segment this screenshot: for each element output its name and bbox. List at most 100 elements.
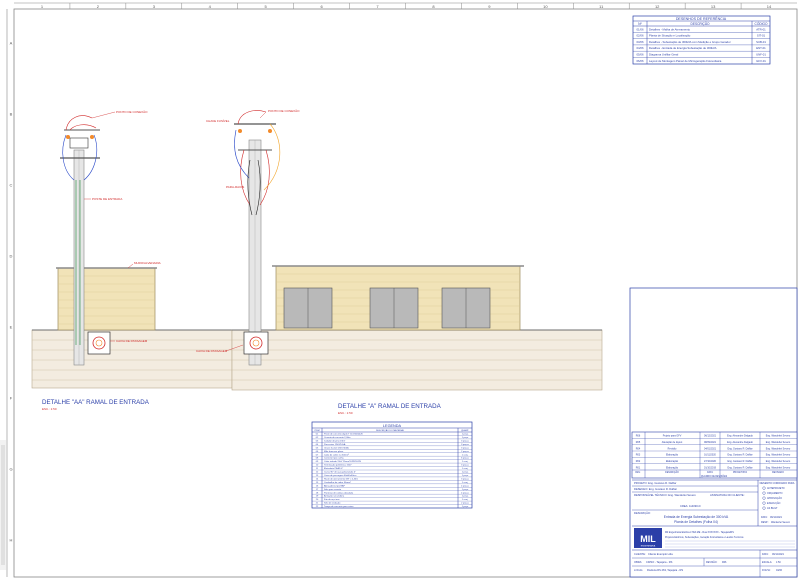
reference-row-code: GFV-01 <box>756 59 766 63</box>
legend-row-qty: 3 peças <box>461 465 470 467</box>
wall-left <box>57 267 156 331</box>
grid-column-label: 13 <box>711 4 716 9</box>
revision-cell: R06 <box>636 435 641 438</box>
revision-cell: 04/01/2021 <box>704 447 717 450</box>
revision-cell: Eng. Wanderlei Severo <box>766 447 791 450</box>
company-line1: Mil Engenharia Elétrica LTDA ME - Rua XX… <box>665 531 734 534</box>
reference-row-no: 03/06 <box>637 40 644 44</box>
tb-data-label: DATA: <box>762 553 769 556</box>
reference-row-desc: Layout de Montagem Painel de Microgeraçã… <box>649 59 722 63</box>
legend-row-qty: 1 peça <box>462 496 469 498</box>
reference-row-code: SUB-01 <box>756 40 766 44</box>
reference-row-no: 06/06 <box>637 59 644 63</box>
legend-header-desc: DESCRIÇÃO DO MATERIAL <box>376 429 405 432</box>
tb-cliente-label: CLIENTE: <box>634 552 646 556</box>
detail-a-drawing: PONTO DE CONEXÃO CHAVE FUSÍVEL PARA-RAIO… <box>196 108 603 415</box>
tb-escala-label: ESCALA: <box>762 561 772 564</box>
legend-row-qty: 1 peça <box>462 437 469 439</box>
legend-row-qty: 6 peças <box>461 458 470 460</box>
tb-crea: CREA: 114090-D <box>680 504 701 508</box>
revision-cell: Eng. Gustavo R. Dalfiar <box>727 454 752 457</box>
grid-row-label: G <box>9 467 12 472</box>
legend-row-desc: Cabo isolado 15kV 25mm² EPR/XLPE <box>324 460 362 463</box>
reference-row-desc: Diagrama Unifilar Geral <box>649 53 679 57</box>
grid-column-label: 11 <box>599 4 604 9</box>
tb-escala: 1:50 <box>776 561 781 564</box>
legend-row-qty: 1 conj. <box>462 499 469 501</box>
detail-aa-scale: ESC.: 1:50 <box>42 407 57 411</box>
revision-cell: 27/10/2020 <box>704 460 717 463</box>
legend-row-qty: 1 conj. <box>462 482 469 484</box>
revision-cell: Eng. Wanderlei Severo <box>766 466 791 469</box>
status-option-label: APROVAÇÃO <box>767 497 782 500</box>
tb-folha: 04/06 <box>776 569 783 572</box>
company-tag: ENGENHARIA <box>641 545 656 548</box>
reference-header-code: CÓDIGO <box>755 21 768 26</box>
grid-column-label: 4 <box>209 4 212 9</box>
legend-row-desc: Cruzeta de concreto 2,00m <box>324 436 351 439</box>
revision-cell: R01 <box>636 466 641 469</box>
revision-cell: Eng. Wanderlei Severo <box>766 460 791 463</box>
junction-box-left <box>87 331 111 355</box>
status-option-label: EXECUÇÃO <box>767 502 781 505</box>
grid-column-label: 14 <box>767 4 772 9</box>
revision-cell: Elaboração <box>666 460 679 463</box>
legend-row-desc: Conector tipo cunha <box>324 457 344 460</box>
reference-row-desc: Detalhes - Malha de Aterramento <box>649 27 690 31</box>
revisions-header-reviewed: REVISADO <box>772 471 784 474</box>
grid-column-label: 12 <box>655 4 660 9</box>
tb-local: Rodovia RS 463, Tapejara - RS <box>647 568 683 572</box>
junction-box-right <box>243 331 269 355</box>
detail-aa-drawing: PONTO DE CONEXÃO POSTE DE ENTRADA MURO/A… <box>31 109 233 411</box>
grid-row-label: E <box>10 325 13 330</box>
svg-text:PONTO DE CONEXÃO: PONTO DE CONEXÃO <box>116 109 148 114</box>
tb-local-label: LOCAL: <box>634 568 644 572</box>
reference-row-no: 05/06 <box>637 53 644 57</box>
grid-column-label: 8 <box>432 4 435 9</box>
revisions-header-desc: DESCRIÇÃO <box>665 471 679 474</box>
grid-row-label: B <box>10 112 13 117</box>
legend-row-qty: 3 peças <box>461 444 470 446</box>
tb-descricao: Entrada de Energia Subestação de 300 kVA <box>664 515 729 519</box>
grid-column-label: 2 <box>97 4 100 9</box>
legend-row-qty: 1 conj. <box>462 468 469 470</box>
revision-cell: Revisão <box>668 447 677 450</box>
grid-column-label: 1 <box>41 4 44 9</box>
revision-cell: Eng. Wanderlei Severo <box>766 441 791 444</box>
legend-row-qty: 3 peças <box>461 478 470 480</box>
legend-table: LEGENDA ITEM DESCRIÇÃO DO MATERIAL QUANT… <box>311 421 473 509</box>
grid-column-labels: 1 2 3 4 5 6 7 8 9 10 11 12 13 14 <box>41 3 772 9</box>
revision-cell: Eng. Wanderlei Severo <box>766 454 791 457</box>
legend-row-qty: 1 peça <box>462 434 469 436</box>
status-option-label: AS BUILT <box>767 507 778 510</box>
revision-cell: Eng. Gustavo R. Dalfiar <box>727 460 752 463</box>
detail-a-scale: ESC.: 1:50 <box>338 411 353 415</box>
legend-title: LEGENDA <box>383 424 402 428</box>
title-block: R06 Projeto para GFV 06/12/2021 Eng. Alexan… <box>629 287 798 578</box>
status-option-label: ORÇAMENTO <box>767 492 783 495</box>
legend-row-desc: Terminação polimérica 15kV <box>324 464 352 467</box>
grid-row-label: F <box>10 396 13 401</box>
svg-text:CHAVE FUSÍVEL: CHAVE FUSÍVEL <box>206 119 230 123</box>
legend-row-qty: 2 peças <box>461 451 470 453</box>
panel-door-3 <box>441 287 491 329</box>
revision-cell: R05 <box>636 441 641 444</box>
revision-cell: 16/11/2020 <box>704 454 716 457</box>
reference-row-code: ATR-01 <box>756 27 766 31</box>
detail-a-title: DETALHE "A" RAMAL DE ENTRADA <box>338 403 442 410</box>
tb-obra-label: OBRA: <box>634 560 642 564</box>
tb-desenho: DESENHO: Eng. Gustavo R. Dalfiar <box>634 487 677 491</box>
legend-row-desc: Curva 90° de aço galvanizado 4" <box>324 471 356 474</box>
legend-row-desc: Abraçadeira tipo BAP <box>324 484 345 487</box>
company-line2: Projetos Elétricos, Subestações, Geração… <box>665 536 744 539</box>
label-caixa-left: CAIXA DE PASSAGEM <box>116 339 148 343</box>
legend-row-desc: Armação secundária <box>324 495 345 498</box>
grid-column-label: 6 <box>320 4 323 9</box>
grid-row-label: C <box>10 183 13 188</box>
grid-row-label: H <box>10 538 13 543</box>
legend-row-desc: Tampa de concreto para caixa <box>324 505 354 508</box>
revision-cell: 01/10/2019 <box>704 466 717 469</box>
revision-cell: Eng. Gustavo R. Dalfiar <box>727 466 752 469</box>
revision-cell: R04 <box>636 447 641 450</box>
legend-row-desc: Selo de vedação <box>324 502 341 505</box>
